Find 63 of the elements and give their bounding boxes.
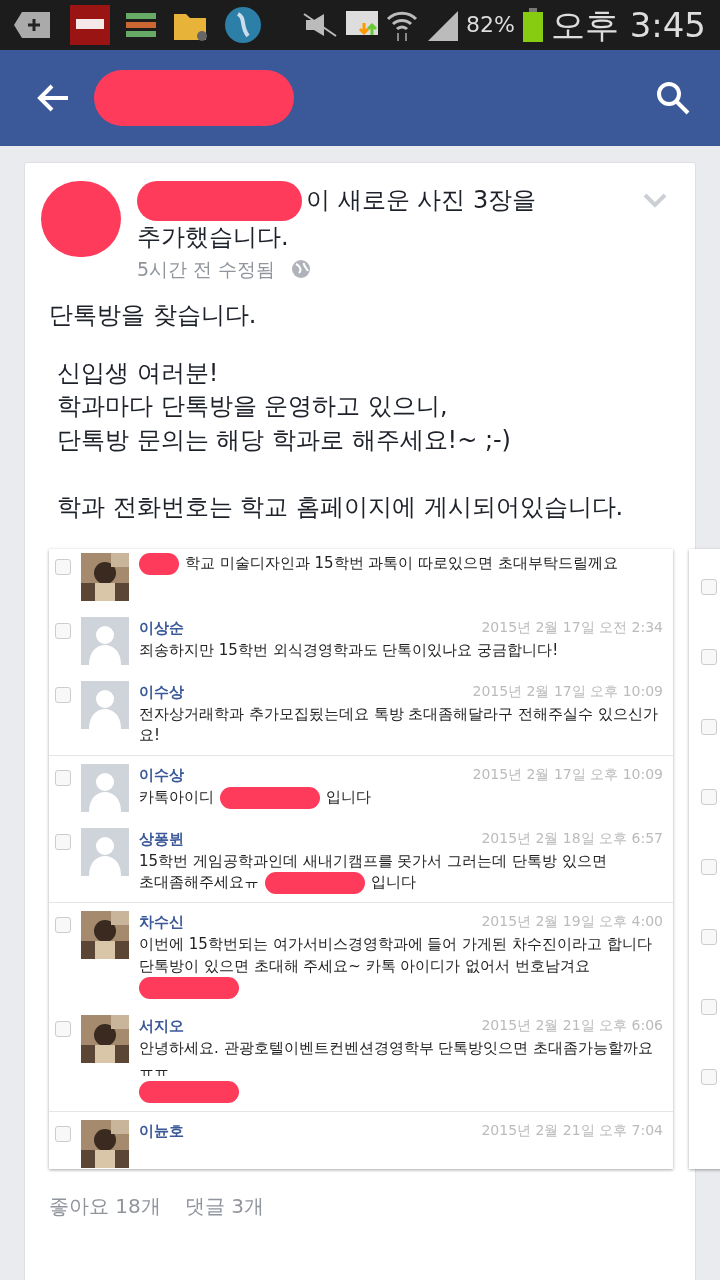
commenter-name[interactable]: 이수상 xyxy=(139,764,184,787)
commenter-name[interactable]: 차수신 xyxy=(139,911,184,934)
checkbox[interactable] xyxy=(701,579,717,596)
checkbox[interactable] xyxy=(701,719,717,736)
post-text: 학과 전화번호는 학교 홈페이지에 게시되어있습니다. xyxy=(57,492,625,524)
avatar-icon xyxy=(81,828,129,877)
comment-date: 2015년 2월 17일 오후 10:09 xyxy=(472,682,663,702)
comment-text: 전자상거래학과 추가모집됬는데요 톡방 초대좀해달라구 전해주실수 있으신가요! xyxy=(139,703,659,747)
list-icon xyxy=(126,10,156,40)
checkbox[interactable] xyxy=(701,859,717,876)
comment-text: 카톡아이디 xyxy=(139,786,214,808)
checkbox[interactable] xyxy=(701,999,717,1016)
comment-date: 2015년 2월 17일 오전 2:34 xyxy=(481,618,663,638)
checkbox[interactable] xyxy=(55,623,71,640)
commenter-name[interactable]: 이상순 xyxy=(139,617,184,640)
checkbox[interactable] xyxy=(701,649,717,666)
comment-date: 2015년 2월 18일 오후 6:57 xyxy=(481,829,663,849)
avatar-icon xyxy=(81,764,129,813)
comment-date: 2015년 2월 21일 오후 7:04 xyxy=(481,1121,663,1141)
app-icon xyxy=(70,5,110,45)
comment-text: 학교 미술디자인과 15학번 과톡이 따로있으면 초대부탁드릴께요 xyxy=(185,553,618,575)
battery-level: 82% xyxy=(465,14,515,36)
post-text: 단톡방을 찾습니다. xyxy=(49,300,258,332)
mute-icon xyxy=(301,12,338,38)
search-icon[interactable] xyxy=(656,81,690,115)
post-headline: 추가했습니다. xyxy=(137,222,289,253)
post-time: 5시간 전 수정됨 xyxy=(137,256,276,282)
wifi-icon xyxy=(385,9,418,41)
post-text: 학과마다 단톡방을 운영하고 있으니, xyxy=(57,391,449,423)
comment-text: 15학번 게임공학과인데 새내기캠프를 못가서 그러는데 단톡방 있으면 xyxy=(139,850,607,872)
comment-date: 2015년 2월 19일 오후 4:00 xyxy=(481,912,663,932)
comment-date: 2015년 2월 17일 오후 10:09 xyxy=(472,765,663,785)
commenter-name[interactable]: 이뉸호 xyxy=(139,1120,184,1143)
checkbox[interactable] xyxy=(55,917,71,934)
checkbox[interactable] xyxy=(55,687,71,704)
post-headline: 이 새로운 사진 3장을 xyxy=(306,185,537,217)
checkbox[interactable] xyxy=(55,834,71,851)
comment-text: 입니다 xyxy=(371,872,416,894)
checkbox[interactable] xyxy=(701,929,717,946)
battery-icon xyxy=(522,8,543,42)
checkbox[interactable] xyxy=(55,770,71,787)
back-icon[interactable] xyxy=(36,83,70,113)
avatar-icon xyxy=(81,617,129,666)
comment-text: 이번에 15학번되는 여가서비스경영학과에 들어 가게된 차수진이라고 합니다 단톡방이 있으면 초대해 주세요~ 카톡 아이디가 없어서 번호남겨요 xyxy=(139,933,653,977)
post-text: 신입생 여러분! xyxy=(57,357,220,389)
clock: 오후 3:45 xyxy=(550,8,706,42)
avatar-icon xyxy=(81,681,129,730)
checkbox[interactable] xyxy=(701,789,717,806)
checkbox[interactable] xyxy=(701,1069,717,1086)
checkbox[interactable] xyxy=(55,1021,71,1038)
redaction-mark xyxy=(139,553,179,576)
post-text: 단톡방 문의는 해당 학과로 해주세요!~ ;-) xyxy=(57,424,512,456)
commenter-name[interactable]: 서지오 xyxy=(139,1015,184,1038)
comment-text: 입니다 xyxy=(326,786,371,808)
comment-date: 2015년 2월 21일 오후 6:06 xyxy=(481,1016,663,1036)
chevron-icon[interactable] xyxy=(643,193,667,209)
comment-text: 초대좀해주세요ㅠ xyxy=(139,872,259,894)
comment-text: 안녕하세요. 관광호텔이벤트컨벤션경영학부 단톡방잇으면 초대좀가능할까요 ㅠㅠ xyxy=(139,1037,655,1081)
comment-text: 죄송하지만 15학번 외식경영학과도 단톡이있나요 궁금합니다! xyxy=(139,639,559,661)
checkbox[interactable] xyxy=(55,559,71,576)
commenter-name[interactable]: 이수상 xyxy=(139,681,184,704)
commenter-name[interactable]: 상퐁뷘 xyxy=(139,828,184,851)
checkbox[interactable] xyxy=(55,1126,71,1143)
